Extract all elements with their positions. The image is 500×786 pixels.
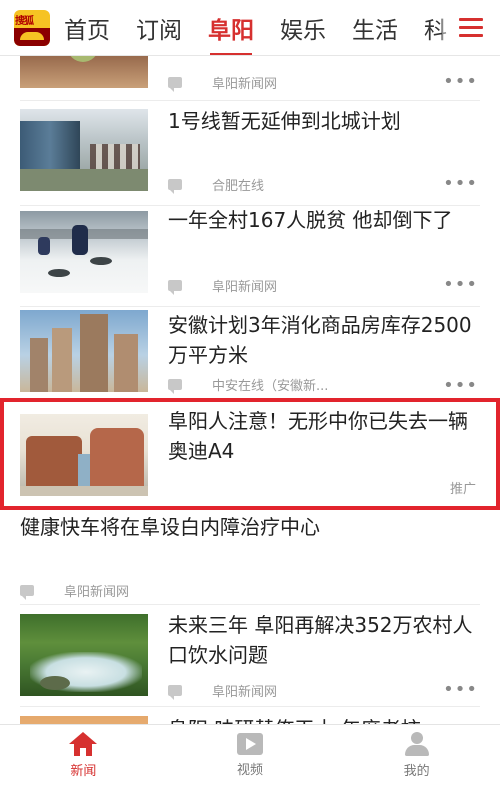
food-image — [20, 56, 148, 88]
news-meta: 合肥在线 — [168, 174, 484, 194]
metro-station-image — [20, 109, 148, 191]
news-source: 阜阳新闻网 — [212, 279, 278, 295]
tab-fuyang[interactable]: 阜阳 — [208, 0, 254, 55]
tab-home[interactable]: 首页 — [64, 0, 110, 55]
menu-button[interactable] — [442, 0, 500, 55]
news-thumbnail — [20, 716, 148, 724]
news-item[interactable]: 健康快车将在阜设白内障治疗中心 阜阳新闻网 — [0, 512, 500, 600]
nav-video[interactable]: 视频 — [167, 725, 334, 786]
top-tab-bar: 搜狐 首页 订阅 阜阳 娱乐 生活 科 — [0, 0, 500, 56]
news-source: 阜阳新闻网 — [212, 76, 278, 92]
news-headline[interactable]: 一年全村167人脱贫 他却倒下了 — [168, 205, 484, 235]
news-source: 合肥在线 — [212, 178, 265, 194]
news-headline[interactable]: 1号线暂无延伸到北城计划 — [168, 106, 484, 136]
news-meta: 阜阳新闻网 — [168, 72, 484, 92]
hamburger-menu-icon — [459, 18, 483, 38]
nav-video-label: 视频 — [237, 763, 264, 778]
more-options-icon[interactable]: ••• — [443, 73, 478, 91]
more-options-icon[interactable]: ••• — [443, 276, 478, 294]
stream-image — [20, 614, 148, 696]
user-icon — [404, 732, 430, 756]
news-headline[interactable]: 未来三年 阜阳再解决352万农村人口饮水问题 — [168, 610, 484, 670]
city-buildings-image — [20, 310, 148, 392]
bottom-navigation: 新闻 视频 我的 — [0, 724, 500, 786]
logo-text: 搜狐 — [15, 15, 34, 27]
news-meta: 阜阳新闻网 — [20, 580, 336, 600]
news-meta: 阜阳新闻网 — [168, 275, 484, 295]
news-item[interactable]: 1号线暂无延伸到北城计划 合肥在线 ••• — [0, 100, 500, 205]
more-options-icon[interactable]: ••• — [443, 681, 478, 699]
news-feed[interactable]: 阜阳新闻网 ••• 1号线暂无延伸到北城计划 合肥在线 ••• 一年全村167人… — [0, 56, 500, 724]
news-source: 阜阳新闻网 — [212, 684, 278, 700]
news-item[interactable]: 一年全村167人脱贫 他却倒下了 阜阳新闻网 ••• — [0, 205, 500, 306]
comment-icon — [168, 76, 182, 92]
divider — [20, 706, 480, 707]
news-item[interactable]: 阜阳新闻网 ••• — [0, 56, 500, 100]
nav-news-label: 新闻 — [70, 764, 97, 779]
news-meta: 阜阳新闻网 — [168, 680, 484, 700]
news-source: 阜阳新闻网 — [64, 584, 130, 600]
comment-icon — [168, 378, 182, 394]
tab-life[interactable]: 生活 — [352, 0, 398, 55]
app-logo[interactable]: 搜狐 — [14, 9, 50, 46]
ice-fishing-image — [20, 211, 148, 293]
nav-news[interactable]: 新闻 — [0, 725, 167, 786]
comment-icon — [168, 279, 182, 295]
more-options-icon[interactable]: ••• — [443, 377, 478, 395]
channel-tabs: 首页 订阅 阜阳 娱乐 生活 科 — [64, 0, 500, 55]
news-item[interactable]: 阜阳·味研替俺干士 年度老柿 — [0, 712, 500, 724]
more-options-icon[interactable]: ••• — [443, 175, 478, 193]
home-icon — [69, 732, 98, 756]
tab-subscribe[interactable]: 订阅 — [136, 0, 182, 55]
news-meta: 中安在线（安徽新... — [168, 374, 484, 394]
nav-me[interactable]: 我的 — [333, 725, 500, 786]
news-item[interactable]: 安徽计划3年消化商品房库存2500万平方米 中安在线（安徽新... ••• — [0, 306, 500, 398]
logo-wave — [20, 31, 44, 40]
highlight-box — [0, 398, 500, 510]
comment-icon — [168, 684, 182, 700]
nav-me-label: 我的 — [403, 764, 430, 779]
news-item[interactable]: 未来三年 阜阳再解决352万农村人口饮水问题 阜阳新闻网 ••• — [0, 604, 500, 706]
tab-entertainment[interactable]: 娱乐 — [280, 0, 326, 55]
video-icon — [237, 733, 263, 755]
comment-icon — [20, 584, 34, 600]
comment-icon — [168, 178, 182, 194]
news-headline[interactable]: 安徽计划3年消化商品房库存2500万平方米 — [168, 310, 484, 370]
news-headline[interactable]: 阜阳·味研替俺干士 年度老柿 — [168, 714, 484, 724]
news-headline[interactable]: 健康快车将在阜设白内障治疗中心 — [20, 512, 480, 542]
news-source: 中安在线（安徽新... — [212, 378, 329, 394]
